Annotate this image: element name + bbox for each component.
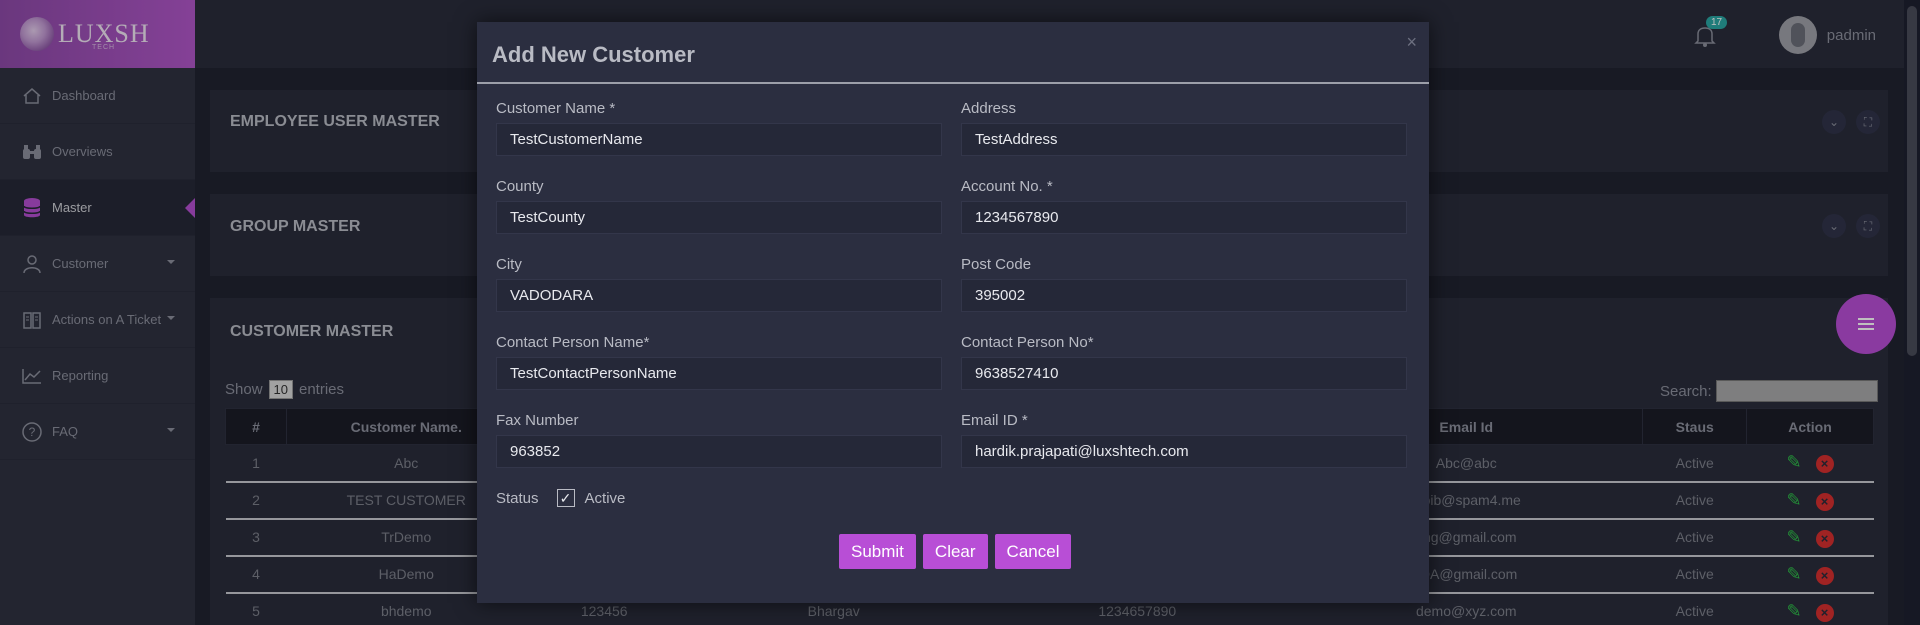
- address-label: Address: [961, 100, 1017, 117]
- modal-title: Add New Customer: [492, 42, 695, 67]
- fax-number-label: Fax Number: [496, 412, 579, 429]
- fax-number-field: Fax Number: [496, 412, 942, 468]
- post-code-label: Post Code: [961, 256, 1032, 273]
- contact-person-name-label: Contact Person Name*: [496, 334, 650, 351]
- close-icon[interactable]: ×: [1406, 32, 1417, 53]
- address-input[interactable]: [961, 123, 1407, 156]
- modal-header: Add New Customer ×: [477, 22, 1429, 84]
- email-id-input[interactable]: [961, 435, 1407, 468]
- cancel-button[interactable]: Cancel: [994, 534, 1072, 569]
- contact-person-no-input[interactable]: [961, 357, 1407, 390]
- customer-name-input[interactable]: [496, 123, 942, 156]
- post-code-field: Post Code: [961, 256, 1407, 312]
- contact-person-name-field: Contact Person Name*: [496, 334, 942, 390]
- contact-person-name-input[interactable]: [496, 357, 942, 390]
- email-id-label: Email ID *: [961, 412, 1028, 429]
- account-no-input[interactable]: [961, 201, 1407, 234]
- county-input[interactable]: [496, 201, 942, 234]
- contact-person-no-field: Contact Person No*: [961, 334, 1407, 390]
- modal-actions: Submit Clear Cancel: [839, 534, 1072, 569]
- submit-button[interactable]: Submit: [839, 534, 916, 569]
- account-no-label: Account No. *: [961, 178, 1053, 195]
- active-label: Active: [584, 489, 626, 507]
- email-id-field: Email ID *: [961, 412, 1407, 468]
- city-input[interactable]: [496, 279, 942, 312]
- county-field: County: [496, 178, 942, 234]
- status-label: Status: [496, 489, 539, 507]
- city-label: City: [496, 256, 522, 273]
- contact-person-no-label: Contact Person No*: [961, 334, 1094, 351]
- address-field: Address: [961, 100, 1407, 156]
- active-checkbox[interactable]: ✓: [556, 489, 575, 507]
- add-customer-modal: Add New Customer × Customer Name * Addre…: [477, 22, 1429, 603]
- clear-button[interactable]: Clear: [922, 534, 988, 569]
- customer-name-label: Customer Name *: [496, 100, 616, 117]
- customer-name-field: Customer Name *: [496, 100, 942, 156]
- fax-number-input[interactable]: [496, 435, 942, 468]
- county-label: County: [496, 178, 544, 195]
- status-row: Status ✓ Active: [496, 489, 625, 507]
- post-code-input[interactable]: [961, 279, 1407, 312]
- account-no-field: Account No. *: [961, 178, 1407, 234]
- city-field: City: [496, 256, 942, 312]
